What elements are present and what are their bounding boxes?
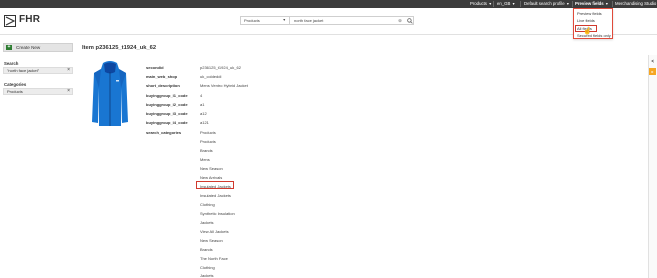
hand-cursor-icon: ☝ xyxy=(583,28,592,35)
search-scope-select[interactable]: Products ▼ xyxy=(241,17,290,24)
search-chip-label: "north face jacket" xyxy=(7,68,40,73)
separator xyxy=(612,1,613,7)
chevron-down-icon: ▼ xyxy=(282,18,286,22)
create-new-label: Create New xyxy=(16,45,41,50)
header: FHR Products ▼ north face jacket ⊗ xyxy=(0,8,657,35)
category-value: New Season xyxy=(200,238,223,243)
merchandising-studio-link[interactable]: Merchandising Studio xyxy=(615,0,656,8)
top-bar: Products ▼ en_GB ▼ Default search profile ▼… xyxy=(0,0,657,8)
search-heading: Search xyxy=(4,61,19,66)
preview-fields-label: Preview fields xyxy=(575,1,604,6)
locale-menu[interactable]: en_GB ▼ xyxy=(497,0,515,8)
search-profile-label: Default search profile xyxy=(524,1,565,6)
logo-icon xyxy=(4,15,16,27)
field-label: secondid xyxy=(146,65,164,70)
field-label: buyinggroup_l2_code xyxy=(146,102,188,107)
category-value: Brands xyxy=(200,247,213,252)
category-value: New Season xyxy=(200,166,223,171)
separator xyxy=(493,1,494,7)
search-bar: Products ▼ north face jacket ⊗ xyxy=(240,16,414,25)
field-value: 4 xyxy=(200,93,203,98)
search-icon[interactable] xyxy=(405,17,414,24)
field-label: buyinggroup_l1_code xyxy=(146,93,188,98)
create-new-button[interactable]: + Create New xyxy=(3,43,73,52)
field-label: buyinggroup_l3_code xyxy=(146,111,188,116)
clear-icon[interactable]: ⊗ xyxy=(396,17,404,24)
search-profile-menu[interactable]: Default search profile ▼ xyxy=(524,0,570,8)
menu-item-preview-fields[interactable]: Preview fields xyxy=(577,11,602,16)
right-panel-strip xyxy=(648,55,657,278)
collapse-icon[interactable]: ◂| xyxy=(649,57,656,64)
category-value: Jackets xyxy=(200,273,214,278)
field-value: uk_coldeddi xyxy=(200,74,222,79)
category-value: Mens xyxy=(200,157,210,162)
search-filter-chip: "north face jacket" × xyxy=(3,67,73,74)
category-value: Clothing xyxy=(200,202,215,207)
chevron-down-icon: ▼ xyxy=(511,2,516,6)
field-value: a121 xyxy=(200,120,209,125)
chevron-down-icon: ▼ xyxy=(488,2,492,6)
products-menu-label: Products xyxy=(470,1,487,6)
products-menu[interactable]: Products ▼ xyxy=(470,0,492,8)
chevron-down-icon: ▼ xyxy=(605,2,609,6)
search-scope-value: Products xyxy=(244,18,260,23)
category-value: The North Face xyxy=(200,256,228,261)
field-label: main_web_shop xyxy=(146,74,178,79)
badge-icon[interactable]: ▸ xyxy=(649,68,656,75)
category-filter-chip: Products × xyxy=(3,88,73,95)
close-icon[interactable]: × xyxy=(67,68,70,73)
separator xyxy=(520,1,521,7)
category-value: Synthetic Insulation xyxy=(200,211,235,216)
plus-icon: + xyxy=(6,44,12,50)
logo-text: FHR xyxy=(19,14,41,25)
category-value: New Arrivals xyxy=(200,175,223,180)
field-value: p236125_t1924_uk_62 xyxy=(200,65,241,70)
field-label: buyinggroup_l4_code xyxy=(146,120,188,125)
categories-heading: Categories xyxy=(4,82,27,87)
studio-label: Merchandising Studio xyxy=(615,1,657,6)
preview-fields-dropdown: Preview fields Live fields All fields Se… xyxy=(573,8,613,39)
item-title: Item p236125_t1924_uk_62 xyxy=(82,45,157,51)
category-value: Insulated Jackets xyxy=(200,193,231,198)
category-value: Brands xyxy=(200,148,213,153)
field-label: search_categories xyxy=(146,130,182,135)
category-value: Jackets xyxy=(200,220,214,225)
field-value: a1 xyxy=(200,102,205,107)
menu-item-live-fields[interactable]: Live fields xyxy=(577,18,595,23)
locale-label: en_GB xyxy=(497,1,511,6)
field-label: short_description xyxy=(146,83,180,88)
preview-fields-menu[interactable]: Preview fields ▼ xyxy=(575,0,609,8)
product-image xyxy=(92,61,128,126)
field-value: a12 xyxy=(200,111,207,116)
category-value: View All Jackets xyxy=(200,229,229,234)
category-value: Products xyxy=(200,139,216,144)
separator xyxy=(572,1,573,7)
chevron-down-icon: ▼ xyxy=(566,2,570,6)
category-chip-label: Products xyxy=(7,89,23,94)
close-icon[interactable]: × xyxy=(67,89,70,94)
category-highlight xyxy=(196,181,234,189)
field-value: Mens Ventro Hybrid Jacket xyxy=(200,83,248,88)
category-value: Products xyxy=(200,130,216,135)
category-value: Clothing xyxy=(200,265,215,270)
search-input[interactable]: north face jacket xyxy=(291,17,394,24)
